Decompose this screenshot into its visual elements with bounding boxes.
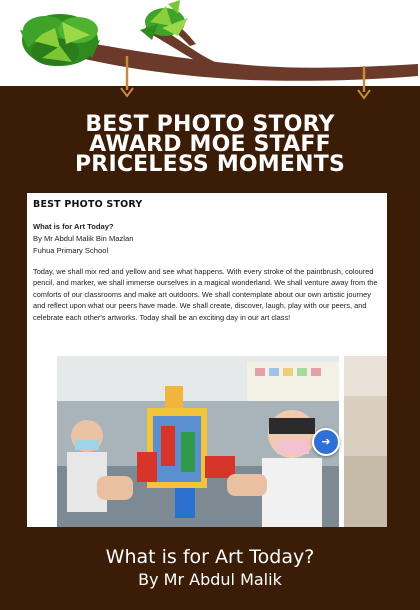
children-art-photo-illustration	[57, 356, 339, 527]
entry-author: By Mr Abdul Malik Bin Mazlan	[33, 234, 134, 243]
next-photo-preview[interactable]	[344, 356, 387, 527]
card-title: BEST PHOTO STORY	[33, 199, 143, 210]
carousel-next-button[interactable]: ➜	[312, 428, 340, 456]
entry-meta: What is for Art Today? By Mr Abdul Malik…	[33, 221, 133, 257]
entry-title: What is for Art Today?	[33, 222, 114, 231]
story-caption: What is for Art Today? By Mr Abdul Malik	[0, 546, 420, 590]
award-page: BEST PHOTO STORY AWARD MOE STAFF PRICELE…	[0, 0, 420, 610]
classroom-photo	[57, 356, 339, 527]
entry-school: Fuhua Primary School	[33, 246, 109, 255]
branch-banner	[0, 0, 420, 100]
entry-body: Today, we shall mix red and yellow and s…	[33, 267, 378, 322]
caption-author: By Mr Abdul Malik	[138, 570, 282, 589]
photo-carousel[interactable]: ➜	[27, 356, 387, 527]
next-photo-illustration	[344, 356, 387, 527]
story-card: BEST PHOTO STORY What is for Art Today? …	[27, 193, 387, 527]
tree-branch-illustration	[20, 0, 418, 100]
headline-line-3: PRICELESS MOMENTS	[74, 152, 345, 177]
caption-title: What is for Art Today?	[105, 546, 315, 568]
award-headline: BEST PHOTO STORY AWARD MOE STAFF PRICELE…	[0, 114, 420, 177]
arrow-right-icon: ➜	[321, 435, 331, 448]
